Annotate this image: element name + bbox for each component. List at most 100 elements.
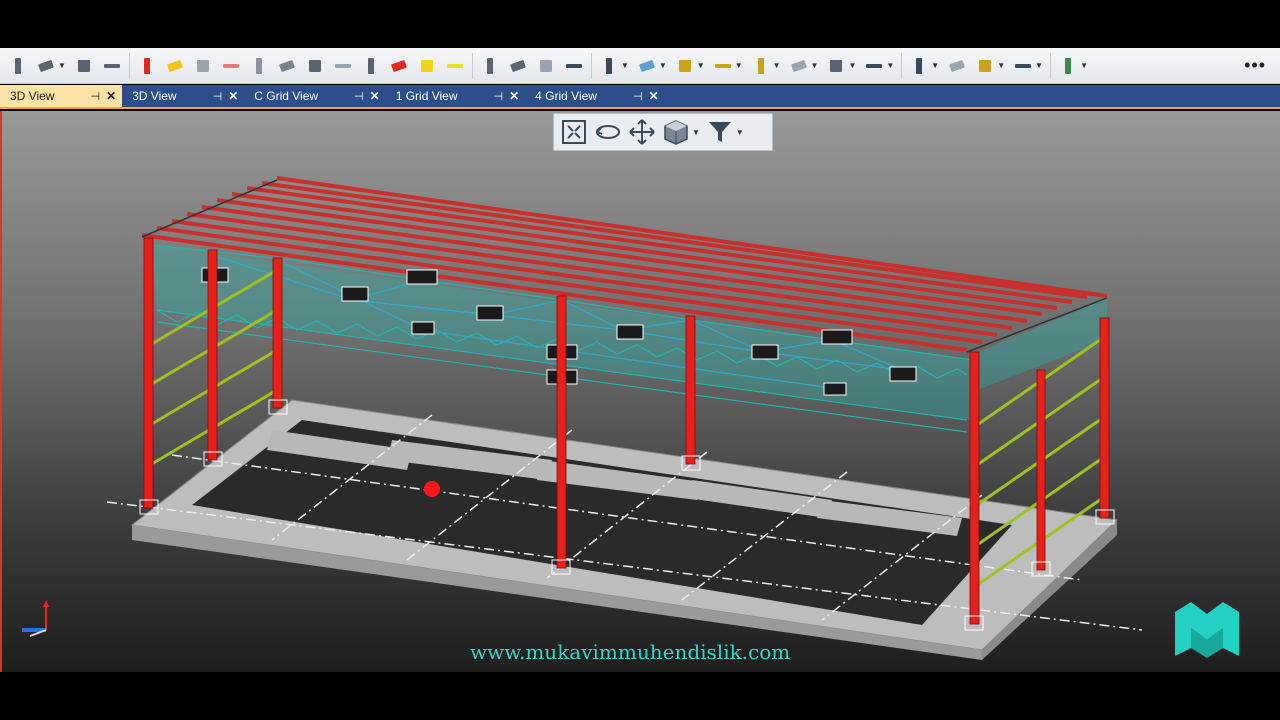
hide-icon — [539, 59, 552, 72]
pin-icon[interactable]: ⊣ — [354, 90, 364, 103]
chevron-down-icon[interactable]: ▼ — [58, 61, 66, 70]
filter-select-button[interactable]: ▼ — [32, 52, 70, 80]
close-icon[interactable]: ✕ — [509, 89, 519, 103]
close-icon[interactable]: ✕ — [649, 89, 659, 103]
filter-icon — [708, 122, 731, 142]
connect-icon — [486, 57, 493, 74]
column-button[interactable] — [4, 52, 32, 80]
chevron-down-icon[interactable]: ▼ — [931, 61, 939, 70]
measure-icon — [949, 59, 965, 72]
diagonal-button[interactable]: ▼ — [709, 52, 747, 80]
foundation-slab — [130, 399, 1119, 660]
chevron-down-icon[interactable]: ▼ — [848, 61, 856, 70]
axis-triad — [22, 600, 49, 637]
tab-3d-view-2[interactable]: 3D View ⊣ ✕ — [122, 85, 244, 107]
close-icon[interactable]: ✕ — [228, 89, 238, 103]
pin-icon[interactable]: ⊣ — [494, 90, 504, 103]
pan-button[interactable] — [628, 118, 656, 146]
view-cube-button[interactable]: ▼ — [662, 118, 700, 146]
fit-button[interactable] — [560, 52, 588, 80]
chevron-down-icon[interactable]: ▼ — [697, 61, 705, 70]
purlin-icon — [255, 57, 262, 74]
close-icon[interactable]: ✕ — [106, 89, 116, 103]
3d-viewport[interactable] — [0, 111, 1280, 672]
watermark-url: www.mukavimmuhendislik.com — [470, 640, 791, 664]
dots-button[interactable]: ▼ — [785, 52, 823, 80]
pin-icon[interactable]: ⊣ — [633, 90, 643, 103]
chevron-down-icon[interactable]: ▼ — [621, 61, 629, 70]
chevron-down-icon[interactable]: ▼ — [1035, 61, 1043, 70]
purlin-button[interactable] — [245, 52, 273, 80]
pin-icon[interactable]: ⊣ — [213, 90, 223, 103]
plate-button[interactable] — [357, 52, 385, 80]
yellow-column-icon — [420, 59, 433, 72]
red-plate-button[interactable] — [385, 52, 413, 80]
view-icon — [866, 63, 883, 68]
tab-label: C Grid View — [254, 89, 319, 103]
plate-icon — [367, 57, 374, 74]
chevron-down-icon[interactable]: ▼ — [886, 61, 894, 70]
chevron-down-icon[interactable]: ▼ — [997, 61, 1005, 70]
chevron-down-icon[interactable]: ▼ — [811, 61, 819, 70]
grid-button[interactable]: ▼ — [905, 52, 943, 80]
toolbar-separator — [901, 52, 903, 79]
selection-marker[interactable] — [424, 481, 440, 497]
connect-button[interactable] — [476, 52, 504, 80]
dots-icon — [790, 59, 807, 72]
rotate-button[interactable] — [504, 52, 532, 80]
pen-icon — [757, 57, 764, 74]
rotate-icon — [510, 59, 526, 72]
wall-button[interactable]: ▼ — [822, 52, 860, 80]
pin-icon[interactable]: ⊣ — [90, 90, 100, 103]
red-plate-icon — [391, 59, 407, 72]
dimension-button[interactable] — [70, 52, 98, 80]
chevron-down-icon[interactable]: ▼ — [1080, 61, 1088, 70]
fit-icon — [565, 63, 582, 68]
diagonal-icon — [714, 63, 731, 68]
measure-button[interactable] — [943, 52, 971, 80]
app-frame: ▼ ▼ ▼ ▼ ▼ ▼ ▼ ▼ ▼ ▼ ▼ ▼ ▼ ••• 3D View ⊣ ✕ 3D View ⊣ ✕… — [0, 0, 1280, 720]
more-options-button[interactable]: ••• — [1244, 55, 1266, 76]
tab-label: 4 Grid View — [535, 89, 597, 103]
monitor-button[interactable]: ▼ — [1054, 52, 1092, 80]
snap-button[interactable]: ▼ — [595, 52, 633, 80]
angle-button[interactable] — [98, 52, 126, 80]
red-column-button[interactable] — [133, 52, 161, 80]
tab-c-grid-view[interactable]: C Grid View ⊣ ✕ — [244, 85, 385, 107]
tab-label: 1 Grid View — [395, 89, 458, 103]
close-icon[interactable]: ✕ — [370, 89, 380, 103]
tab-1-grid-view[interactable]: 1 Grid View ⊣ ✕ — [386, 85, 525, 107]
filter-button[interactable]: ▼ — [706, 118, 744, 146]
view-button[interactable]: ▼ — [860, 52, 898, 80]
slab-button[interactable] — [301, 52, 329, 80]
yellow-column-button[interactable] — [413, 52, 441, 80]
orbit-button[interactable] — [594, 118, 622, 146]
slab-icon — [308, 59, 321, 72]
line-button[interactable]: ▼ — [633, 52, 671, 80]
window-icon — [1015, 63, 1032, 68]
girt-button[interactable] — [329, 52, 357, 80]
pipe-icon — [279, 59, 295, 72]
yellow-plate-button[interactable] — [441, 52, 469, 80]
tab-3d-view-1[interactable]: 3D View ⊣ ✕ — [0, 85, 123, 107]
pen-button[interactable]: ▼ — [747, 52, 785, 80]
chevron-down-icon[interactable]: ▼ — [773, 61, 781, 70]
zoom-extents-button[interactable] — [560, 118, 588, 146]
brace-button[interactable] — [189, 52, 217, 80]
hide-button[interactable] — [532, 52, 560, 80]
pipe-button[interactable] — [273, 52, 301, 80]
hatch-button[interactable]: ▼ — [671, 52, 709, 80]
chevron-down-icon[interactable]: ▼ — [659, 61, 667, 70]
chevron-down-icon[interactable]: ▼ — [735, 61, 743, 70]
snap-icon — [605, 57, 612, 74]
yellow-beam-button[interactable] — [161, 52, 189, 80]
tab-4-grid-view[interactable]: 4 Grid View ⊣ ✕ — [525, 85, 664, 107]
red-brace-button[interactable] — [217, 52, 245, 80]
wall-icon — [830, 59, 843, 72]
window-button[interactable]: ▼ — [1009, 52, 1047, 80]
zoom-extents-icon — [562, 120, 586, 144]
view-cube-icon — [664, 120, 688, 145]
orbit-icon — [596, 125, 620, 139]
panel-button[interactable]: ▼ — [971, 52, 1009, 80]
toolbar-separator — [1050, 52, 1052, 79]
